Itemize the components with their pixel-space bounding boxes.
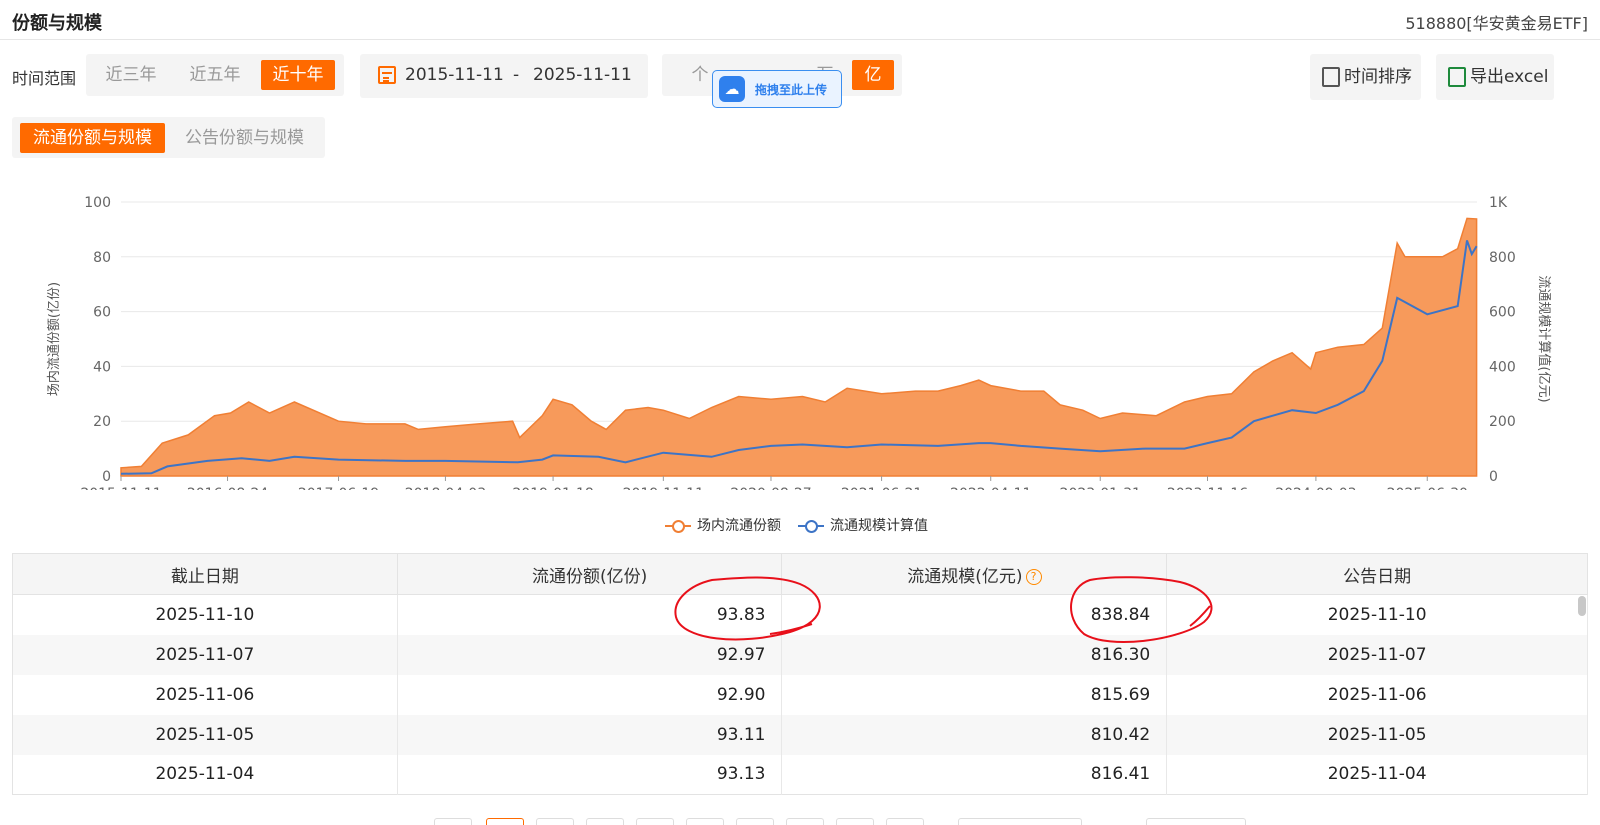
annotation-circle — [674, 576, 821, 641]
page-button[interactable] — [586, 818, 624, 825]
page-button[interactable] — [836, 818, 874, 825]
annotation-circle — [1070, 576, 1213, 643]
annotation-layer — [674, 576, 1213, 643]
page-button[interactable] — [886, 818, 924, 825]
page-button[interactable] — [536, 818, 574, 825]
page-button-active[interactable] — [486, 818, 524, 825]
page-button[interactable] — [686, 818, 724, 825]
page-button[interactable] — [736, 818, 774, 825]
page-button[interactable] — [786, 818, 824, 825]
page-jump[interactable] — [958, 818, 1082, 825]
page-button[interactable] — [434, 818, 472, 825]
page-size[interactable] — [1146, 818, 1246, 825]
page-button[interactable] — [636, 818, 674, 825]
